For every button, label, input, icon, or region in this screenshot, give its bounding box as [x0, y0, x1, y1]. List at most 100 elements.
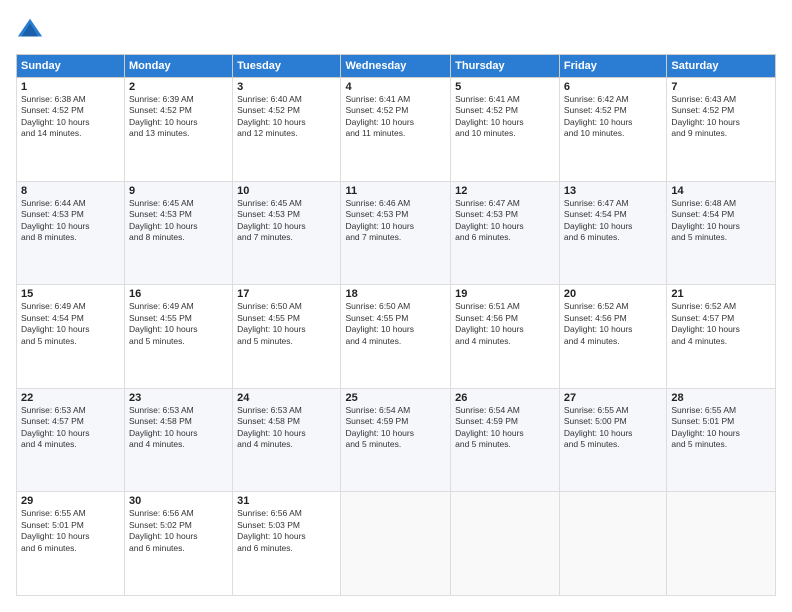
calendar-cell: 10Sunrise: 6:45 AMSunset: 4:53 PMDayligh… — [233, 181, 341, 285]
calendar-cell: 21Sunrise: 6:52 AMSunset: 4:57 PMDayligh… — [667, 285, 776, 389]
day-number: 2 — [129, 81, 228, 93]
weekday-header-wednesday: Wednesday — [341, 55, 451, 78]
day-info: Sunrise: 6:51 AMSunset: 4:56 PMDaylight:… — [455, 301, 555, 347]
calendar-cell: 7Sunrise: 6:43 AMSunset: 4:52 PMDaylight… — [667, 78, 776, 182]
day-number: 6 — [564, 81, 662, 93]
day-info: Sunrise: 6:49 AMSunset: 4:54 PMDaylight:… — [21, 301, 120, 347]
calendar-cell: 13Sunrise: 6:47 AMSunset: 4:54 PMDayligh… — [559, 181, 666, 285]
day-info: Sunrise: 6:52 AMSunset: 4:57 PMDaylight:… — [671, 301, 771, 347]
day-number: 11 — [345, 185, 446, 197]
header — [16, 16, 776, 44]
calendar-cell: 20Sunrise: 6:52 AMSunset: 4:56 PMDayligh… — [559, 285, 666, 389]
day-info: Sunrise: 6:55 AMSunset: 5:00 PMDaylight:… — [564, 405, 662, 451]
calendar-cell: 28Sunrise: 6:55 AMSunset: 5:01 PMDayligh… — [667, 388, 776, 492]
calendar-cell: 14Sunrise: 6:48 AMSunset: 4:54 PMDayligh… — [667, 181, 776, 285]
day-number: 8 — [21, 185, 120, 197]
weekday-header-monday: Monday — [125, 55, 233, 78]
calendar-cell — [341, 492, 451, 596]
day-number: 9 — [129, 185, 228, 197]
calendar-cell: 1Sunrise: 6:38 AMSunset: 4:52 PMDaylight… — [17, 78, 125, 182]
day-info: Sunrise: 6:48 AMSunset: 4:54 PMDaylight:… — [671, 198, 771, 244]
calendar-cell: 9Sunrise: 6:45 AMSunset: 4:53 PMDaylight… — [125, 181, 233, 285]
calendar-cell — [667, 492, 776, 596]
logo — [16, 16, 48, 44]
calendar-cell: 18Sunrise: 6:50 AMSunset: 4:55 PMDayligh… — [341, 285, 451, 389]
calendar-cell: 25Sunrise: 6:54 AMSunset: 4:59 PMDayligh… — [341, 388, 451, 492]
calendar-cell: 6Sunrise: 6:42 AMSunset: 4:52 PMDaylight… — [559, 78, 666, 182]
calendar-cell — [559, 492, 666, 596]
day-info: Sunrise: 6:41 AMSunset: 4:52 PMDaylight:… — [345, 94, 446, 140]
day-info: Sunrise: 6:53 AMSunset: 4:58 PMDaylight:… — [237, 405, 336, 451]
day-number: 23 — [129, 392, 228, 404]
weekday-header-thursday: Thursday — [451, 55, 560, 78]
calendar-table: SundayMondayTuesdayWednesdayThursdayFrid… — [16, 54, 776, 596]
week-row-1: 1Sunrise: 6:38 AMSunset: 4:52 PMDaylight… — [17, 78, 776, 182]
day-number: 29 — [21, 495, 120, 507]
day-info: Sunrise: 6:53 AMSunset: 4:57 PMDaylight:… — [21, 405, 120, 451]
day-number: 20 — [564, 288, 662, 300]
day-number: 30 — [129, 495, 228, 507]
weekday-header-tuesday: Tuesday — [233, 55, 341, 78]
day-info: Sunrise: 6:42 AMSunset: 4:52 PMDaylight:… — [564, 94, 662, 140]
day-info: Sunrise: 6:55 AMSunset: 5:01 PMDaylight:… — [21, 508, 120, 554]
day-info: Sunrise: 6:39 AMSunset: 4:52 PMDaylight:… — [129, 94, 228, 140]
day-info: Sunrise: 6:49 AMSunset: 4:55 PMDaylight:… — [129, 301, 228, 347]
day-info: Sunrise: 6:46 AMSunset: 4:53 PMDaylight:… — [345, 198, 446, 244]
day-info: Sunrise: 6:52 AMSunset: 4:56 PMDaylight:… — [564, 301, 662, 347]
week-row-4: 22Sunrise: 6:53 AMSunset: 4:57 PMDayligh… — [17, 388, 776, 492]
day-info: Sunrise: 6:45 AMSunset: 4:53 PMDaylight:… — [129, 198, 228, 244]
calendar-cell: 8Sunrise: 6:44 AMSunset: 4:53 PMDaylight… — [17, 181, 125, 285]
week-row-5: 29Sunrise: 6:55 AMSunset: 5:01 PMDayligh… — [17, 492, 776, 596]
day-info: Sunrise: 6:47 AMSunset: 4:54 PMDaylight:… — [564, 198, 662, 244]
day-info: Sunrise: 6:50 AMSunset: 4:55 PMDaylight:… — [345, 301, 446, 347]
weekday-header-sunday: Sunday — [17, 55, 125, 78]
day-number: 18 — [345, 288, 446, 300]
calendar-cell: 2Sunrise: 6:39 AMSunset: 4:52 PMDaylight… — [125, 78, 233, 182]
calendar-cell: 19Sunrise: 6:51 AMSunset: 4:56 PMDayligh… — [451, 285, 560, 389]
calendar-cell: 27Sunrise: 6:55 AMSunset: 5:00 PMDayligh… — [559, 388, 666, 492]
calendar-cell: 29Sunrise: 6:55 AMSunset: 5:01 PMDayligh… — [17, 492, 125, 596]
day-info: Sunrise: 6:47 AMSunset: 4:53 PMDaylight:… — [455, 198, 555, 244]
day-number: 26 — [455, 392, 555, 404]
day-number: 7 — [671, 81, 771, 93]
day-number: 16 — [129, 288, 228, 300]
page: SundayMondayTuesdayWednesdayThursdayFrid… — [0, 0, 792, 612]
calendar-cell: 31Sunrise: 6:56 AMSunset: 5:03 PMDayligh… — [233, 492, 341, 596]
day-info: Sunrise: 6:45 AMSunset: 4:53 PMDaylight:… — [237, 198, 336, 244]
day-info: Sunrise: 6:54 AMSunset: 4:59 PMDaylight:… — [345, 405, 446, 451]
day-number: 3 — [237, 81, 336, 93]
day-info: Sunrise: 6:44 AMSunset: 4:53 PMDaylight:… — [21, 198, 120, 244]
week-row-3: 15Sunrise: 6:49 AMSunset: 4:54 PMDayligh… — [17, 285, 776, 389]
calendar-cell: 24Sunrise: 6:53 AMSunset: 4:58 PMDayligh… — [233, 388, 341, 492]
day-info: Sunrise: 6:56 AMSunset: 5:02 PMDaylight:… — [129, 508, 228, 554]
day-number: 27 — [564, 392, 662, 404]
day-info: Sunrise: 6:43 AMSunset: 4:52 PMDaylight:… — [671, 94, 771, 140]
day-info: Sunrise: 6:55 AMSunset: 5:01 PMDaylight:… — [671, 405, 771, 451]
weekday-header-saturday: Saturday — [667, 55, 776, 78]
calendar-cell: 11Sunrise: 6:46 AMSunset: 4:53 PMDayligh… — [341, 181, 451, 285]
calendar-cell: 17Sunrise: 6:50 AMSunset: 4:55 PMDayligh… — [233, 285, 341, 389]
calendar-cell — [451, 492, 560, 596]
calendar-cell: 4Sunrise: 6:41 AMSunset: 4:52 PMDaylight… — [341, 78, 451, 182]
day-info: Sunrise: 6:50 AMSunset: 4:55 PMDaylight:… — [237, 301, 336, 347]
day-number: 17 — [237, 288, 336, 300]
day-info: Sunrise: 6:40 AMSunset: 4:52 PMDaylight:… — [237, 94, 336, 140]
calendar-cell: 26Sunrise: 6:54 AMSunset: 4:59 PMDayligh… — [451, 388, 560, 492]
day-number: 14 — [671, 185, 771, 197]
day-info: Sunrise: 6:38 AMSunset: 4:52 PMDaylight:… — [21, 94, 120, 140]
day-number: 31 — [237, 495, 336, 507]
weekday-header-friday: Friday — [559, 55, 666, 78]
calendar-cell: 5Sunrise: 6:41 AMSunset: 4:52 PMDaylight… — [451, 78, 560, 182]
day-number: 10 — [237, 185, 336, 197]
day-info: Sunrise: 6:53 AMSunset: 4:58 PMDaylight:… — [129, 405, 228, 451]
day-number: 25 — [345, 392, 446, 404]
day-number: 19 — [455, 288, 555, 300]
day-number: 22 — [21, 392, 120, 404]
calendar-cell: 16Sunrise: 6:49 AMSunset: 4:55 PMDayligh… — [125, 285, 233, 389]
weekday-header-row: SundayMondayTuesdayWednesdayThursdayFrid… — [17, 55, 776, 78]
day-info: Sunrise: 6:56 AMSunset: 5:03 PMDaylight:… — [237, 508, 336, 554]
day-number: 13 — [564, 185, 662, 197]
day-number: 1 — [21, 81, 120, 93]
calendar-cell: 3Sunrise: 6:40 AMSunset: 4:52 PMDaylight… — [233, 78, 341, 182]
calendar-cell: 12Sunrise: 6:47 AMSunset: 4:53 PMDayligh… — [451, 181, 560, 285]
